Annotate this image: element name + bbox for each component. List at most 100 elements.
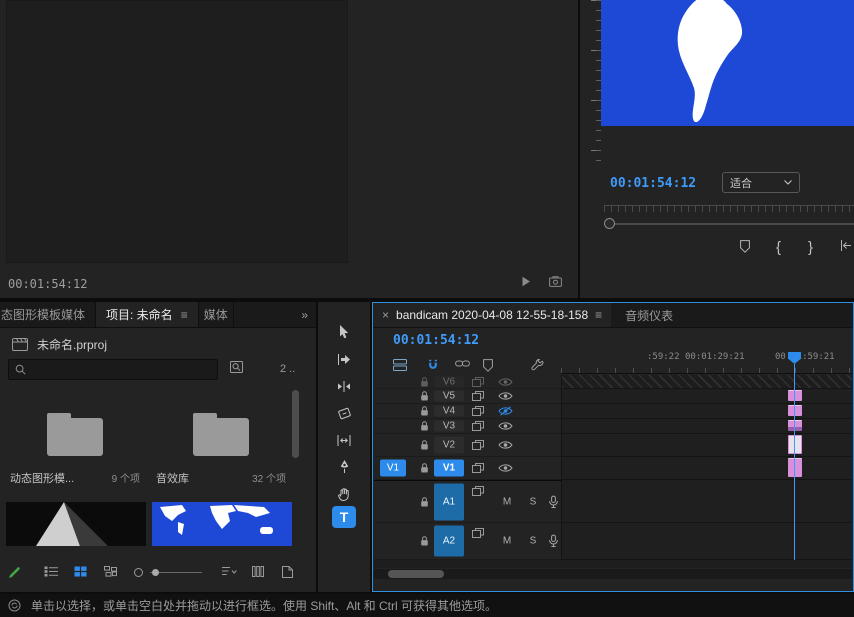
ripple-edit-tool[interactable] <box>331 374 357 398</box>
track-name-a1[interactable]: A1 <box>434 483 464 520</box>
tab-overflow-icon[interactable]: » <box>293 302 316 327</box>
type-tool[interactable]: T <box>332 506 356 528</box>
bin-motion-templates[interactable]: 动态图形模... 9 个项 <box>2 386 148 490</box>
track-name-v5[interactable]: V5 <box>434 391 464 402</box>
add-marker-icon[interactable] <box>483 359 493 372</box>
bin-sound-effects[interactable]: 音效库 32 个项 <box>148 386 294 490</box>
clip-thumbnail-dark[interactable] <box>6 502 146 546</box>
sort-icon[interactable] <box>222 566 237 577</box>
track-content-v4[interactable] <box>561 404 852 419</box>
source-patch-v1[interactable]: V1 <box>380 460 406 477</box>
razor-tool[interactable] <box>331 401 357 425</box>
lock-icon[interactable] <box>420 391 429 402</box>
track-content-v1[interactable] <box>561 457 852 480</box>
clip[interactable] <box>788 458 802 477</box>
sync-lock-icon[interactable] <box>472 463 484 473</box>
sync-lock-icon[interactable] <box>472 528 484 538</box>
track-content-a2[interactable] <box>561 523 852 560</box>
snap-magnet-icon[interactable] <box>427 359 439 372</box>
lock-icon[interactable] <box>420 406 429 417</box>
track-name-a2[interactable]: A2 <box>434 526 464 557</box>
timeline-settings-wrench-icon[interactable] <box>531 359 544 372</box>
clip[interactable] <box>788 390 802 401</box>
export-frame-icon[interactable] <box>549 276 562 287</box>
track-content-v5[interactable] <box>561 389 852 404</box>
panel-menu-icon[interactable]: ≡ <box>181 308 188 322</box>
track-name-v3[interactable]: V3 <box>434 421 464 432</box>
eye-icon[interactable] <box>498 391 513 401</box>
slip-tool[interactable] <box>331 428 357 452</box>
sync-lock-icon[interactable] <box>472 391 484 401</box>
scrollbar-thumb[interactable] <box>388 570 444 578</box>
track-content-v3[interactable] <box>561 419 852 434</box>
clip[interactable] <box>788 420 802 431</box>
icon-view-icon[interactable] <box>74 566 87 577</box>
program-zoom-scrollbar[interactable] <box>604 218 854 230</box>
writable-pencil-icon[interactable] <box>8 566 21 579</box>
mark-in-icon[interactable]: { <box>776 240 781 256</box>
tab-motion-graphics-templates[interactable]: 态图形模板媒体 <box>0 302 96 327</box>
sync-lock-icon[interactable] <box>472 421 484 431</box>
eye-icon[interactable] <box>498 440 513 450</box>
tab-media-browser[interactable]: 媒体 <box>199 302 234 327</box>
track-name-v1[interactable]: V1 <box>434 460 464 477</box>
add-marker-icon[interactable] <box>740 240 750 253</box>
sync-lock-icon[interactable] <box>472 486 484 496</box>
track-name-v2[interactable]: V2 <box>434 437 464 454</box>
clip-selected[interactable] <box>788 435 802 454</box>
play-icon[interactable] <box>521 276 531 287</box>
zoom-out-icon[interactable] <box>134 568 143 577</box>
zoom-fit-select[interactable]: 适合 <box>722 172 800 193</box>
mute-button[interactable]: M <box>500 496 514 507</box>
pen-tool[interactable] <box>331 455 357 479</box>
eye-icon[interactable] <box>498 377 513 387</box>
project-scrollbar[interactable] <box>292 390 299 458</box>
clip[interactable] <box>788 405 802 416</box>
linked-selection-icon[interactable] <box>455 359 470 368</box>
voiceover-mic-icon[interactable] <box>548 535 559 548</box>
hand-tool[interactable] <box>331 482 357 506</box>
nest-sequence-icon[interactable] <box>393 359 407 371</box>
tab-sequence[interactable]: × bandicam 2020-04-08 12-55-18-158 ≡ <box>373 303 611 327</box>
lock-icon[interactable] <box>420 376 429 387</box>
eye-icon[interactable] <box>498 421 513 431</box>
find-icon[interactable] <box>230 361 243 373</box>
close-icon[interactable]: × <box>382 308 389 322</box>
go-to-in-icon[interactable] <box>840 240 852 251</box>
freeform-view-icon[interactable] <box>104 566 117 577</box>
selection-tool[interactable] <box>331 320 357 344</box>
voiceover-mic-icon[interactable] <box>548 495 559 508</box>
sync-lock-icon[interactable] <box>472 377 484 387</box>
track-content-a1[interactable] <box>561 480 852 523</box>
sync-lock-icon[interactable] <box>472 406 484 416</box>
mute-button[interactable]: M <box>500 536 514 547</box>
lock-icon[interactable] <box>420 536 429 547</box>
solo-button[interactable]: S <box>526 496 540 507</box>
list-view-icon[interactable] <box>44 566 58 577</box>
search-box[interactable] <box>8 359 218 380</box>
track-name-v6[interactable]: V6 <box>434 376 464 387</box>
eye-off-icon[interactable] <box>498 406 513 416</box>
thumbnail-zoom-knob[interactable] <box>152 569 159 576</box>
panel-menu-icon[interactable]: ≡ <box>595 308 602 322</box>
search-input[interactable] <box>32 363 211 377</box>
project-file-row[interactable]: 未命名.prproj <box>12 335 107 353</box>
tab-audio-meters[interactable]: 音频仪表 <box>613 303 685 327</box>
solo-button[interactable]: S <box>526 536 540 547</box>
automate-to-sequence-icon[interactable] <box>252 566 264 577</box>
clip-thumbnail-worldmap[interactable] <box>152 502 292 546</box>
tab-project[interactable]: 项目: 未命名 ≡ <box>96 302 199 327</box>
lock-icon[interactable] <box>420 463 429 474</box>
time-ruler[interactable]: :59:22 00:01:29:21 00:01:59:21 <box>561 347 852 374</box>
track-name-v4[interactable]: V4 <box>434 406 464 417</box>
track-content-v2[interactable] <box>561 434 852 457</box>
timeline-horizontal-scrollbar[interactable] <box>374 569 852 579</box>
lock-icon[interactable] <box>420 496 429 507</box>
lock-icon[interactable] <box>420 421 429 432</box>
sync-lock-icon[interactable] <box>472 440 484 450</box>
zoom-scrollbar-knob[interactable] <box>604 218 615 229</box>
new-item-icon[interactable] <box>282 566 293 578</box>
mark-out-icon[interactable]: } <box>808 240 813 256</box>
lock-icon[interactable] <box>420 440 429 451</box>
track-content-v6[interactable] <box>561 375 852 389</box>
